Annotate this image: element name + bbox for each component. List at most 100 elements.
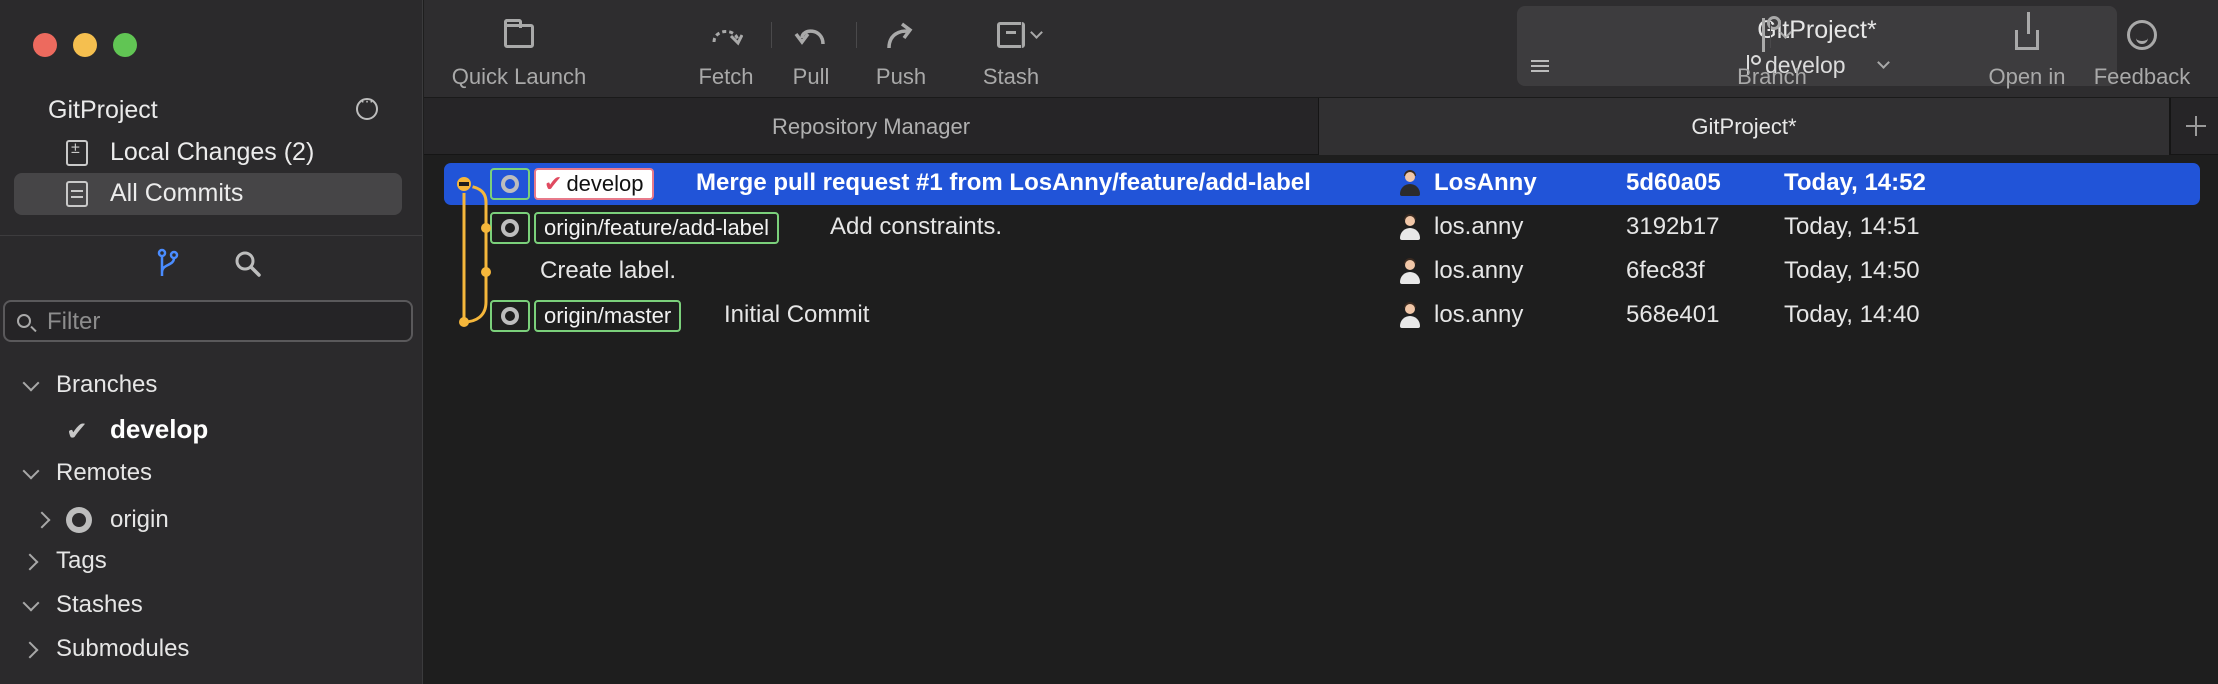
tree-group-branches[interactable]: Branches — [0, 365, 423, 405]
tree-group-stashes[interactable]: Stashes — [0, 585, 423, 625]
remote-ref-badge[interactable]: origin/feature/add-label — [534, 212, 780, 244]
commit-message: Add constraints. — [830, 213, 1003, 240]
search-icon — [17, 314, 31, 328]
search-mode-icon[interactable] — [234, 250, 262, 278]
add-tab-icon[interactable] — [2170, 98, 2218, 155]
graph-node — [481, 223, 491, 233]
graph-node — [481, 267, 491, 277]
tree-group-label: Submodules — [56, 635, 190, 662]
smiley-icon — [2127, 20, 2157, 50]
all-commits-icon — [66, 181, 88, 207]
folder-icon — [504, 19, 534, 48]
commit-date: Today, 14:40 — [1784, 301, 1920, 328]
open-in-button[interactable]: Open in — [1972, 0, 2082, 98]
share-icon — [2015, 12, 2039, 50]
chevron-down-icon[interactable] — [1877, 58, 1891, 72]
tab-gitproject[interactable]: GitProject* — [1318, 98, 2170, 155]
avatar — [1396, 170, 1424, 198]
pull-button[interactable]: Pull — [776, 0, 846, 98]
tree-item-label: origin — [110, 506, 169, 533]
branch-button[interactable]: Branch — [1717, 0, 1827, 98]
commit-refs: origin/master — [490, 300, 682, 332]
tab-repository-manager[interactable]: Repository Manager — [424, 98, 1318, 155]
toolbar-separator — [771, 22, 772, 48]
push-button[interactable]: Push — [861, 0, 941, 98]
toolbar-label: Open in — [1988, 64, 2066, 89]
chevron-down-icon[interactable] — [20, 462, 42, 484]
ref-label: develop — [566, 171, 644, 196]
chevron-right-icon[interactable] — [22, 550, 44, 572]
commit-date: Today, 14:52 — [1784, 169, 1926, 196]
commit-author: LosAnny — [1434, 169, 1537, 196]
sidebar-divider — [0, 235, 423, 236]
repository-title: GitProject — [48, 96, 158, 124]
quick-launch-button[interactable]: Quick Launch — [444, 0, 594, 98]
github-icon — [66, 507, 92, 533]
push-icon — [887, 22, 913, 49]
commit-row[interactable]: origin/master Initial Commit los.anny 56… — [444, 295, 2200, 337]
tab-bar: Repository Manager GitProject* — [424, 98, 2218, 155]
chevron-right-icon[interactable] — [34, 508, 56, 530]
commit-row[interactable]: Create label. los.anny 6fec83f Today, 14… — [444, 251, 2200, 293]
avatar — [1396, 258, 1424, 286]
sidebar-item-label: All Commits — [110, 179, 244, 207]
fetch-button[interactable]: Fetch — [686, 0, 766, 98]
window-close-button[interactable] — [33, 33, 57, 57]
commit-list: ✔ develop Merge pull request #1 from LosA… — [424, 156, 2218, 684]
tree-group-label: Tags — [56, 547, 107, 574]
window-maximize-button[interactable] — [113, 33, 137, 57]
tree-group-label: Remotes — [56, 459, 153, 486]
tree-group-label: Stashes — [56, 591, 143, 618]
commit-date: Today, 14:51 — [1784, 213, 1920, 240]
commit-row[interactable]: origin/feature/add-label Add constraints… — [444, 207, 2200, 249]
stash-button[interactable]: Stash — [964, 0, 1058, 98]
commit-hash: 5d60a05 — [1626, 169, 1721, 196]
sidebar-item-label: Local Changes (2) — [110, 138, 315, 166]
graph-node — [459, 317, 469, 327]
sidebar: GitProject Local Changes (2) All Commits… — [0, 0, 423, 684]
filter-field[interactable] — [3, 300, 413, 342]
tree-item-remote-origin[interactable]: origin — [0, 499, 423, 539]
commit-message: Create label. — [540, 257, 677, 284]
toolbar-label: Fetch — [698, 64, 754, 89]
branch-ref-badge[interactable]: ✔ develop — [534, 168, 654, 200]
tree-item-branch-develop[interactable]: ✔ develop — [0, 410, 423, 450]
chevron-down-icon[interactable] — [20, 374, 42, 396]
toolbar-label: Feedback — [2093, 64, 2191, 89]
toolbar: Quick Launch Fetch Pull Push Stash GitPr… — [424, 0, 2218, 98]
tree-item-label: develop — [110, 414, 209, 444]
tree-group-submodules[interactable]: Submodules — [0, 629, 423, 669]
commit-message: Initial Commit — [724, 301, 870, 328]
commit-date: Today, 14:50 — [1784, 257, 1920, 284]
commit-author: los.anny — [1434, 301, 1524, 328]
toolbar-separator — [1021, 22, 1022, 48]
branch-mode-icon[interactable] — [157, 248, 179, 278]
menu-lines-icon[interactable] — [1531, 60, 1549, 72]
feedback-button[interactable]: Feedback — [2082, 0, 2202, 98]
commit-hash: 3192b17 — [1626, 213, 1720, 240]
commit-refs: origin/feature/add-label — [490, 212, 780, 244]
filter-input[interactable] — [47, 307, 397, 337]
chevron-down-icon[interactable] — [20, 594, 42, 616]
window-minimize-button[interactable] — [73, 33, 97, 57]
toolbar-label: Quick Launch — [451, 64, 587, 89]
tree-group-tags[interactable]: Tags — [0, 541, 423, 581]
toolbar-label: Branch — [1737, 64, 1807, 89]
toolbar-separator — [1770, 22, 1771, 48]
remote-ref-badge[interactable]: origin/master — [534, 300, 682, 332]
chevron-right-icon[interactable] — [22, 638, 44, 660]
toolbar-label: Pull — [792, 64, 830, 89]
avatar — [1396, 214, 1424, 242]
graph-edge-branch — [463, 184, 488, 324]
sidebar-item-all-commits[interactable]: All Commits — [14, 173, 402, 215]
commit-author: los.anny — [1434, 257, 1524, 284]
branch-menu-chevron-icon[interactable] — [1779, 28, 1793, 42]
graph-node-merge-mark — [459, 182, 469, 186]
stash-menu-chevron-icon[interactable] — [1030, 28, 1044, 42]
tree-group-label: Branches — [56, 371, 158, 398]
tree-group-remotes[interactable]: Remotes — [0, 453, 423, 493]
commit-row[interactable]: ✔ develop Merge pull request #1 from LosA… — [444, 163, 2200, 205]
more-options-icon[interactable] — [356, 93, 378, 120]
toolbar-separator — [856, 22, 857, 48]
sidebar-item-local-changes[interactable]: Local Changes (2) — [14, 132, 402, 174]
